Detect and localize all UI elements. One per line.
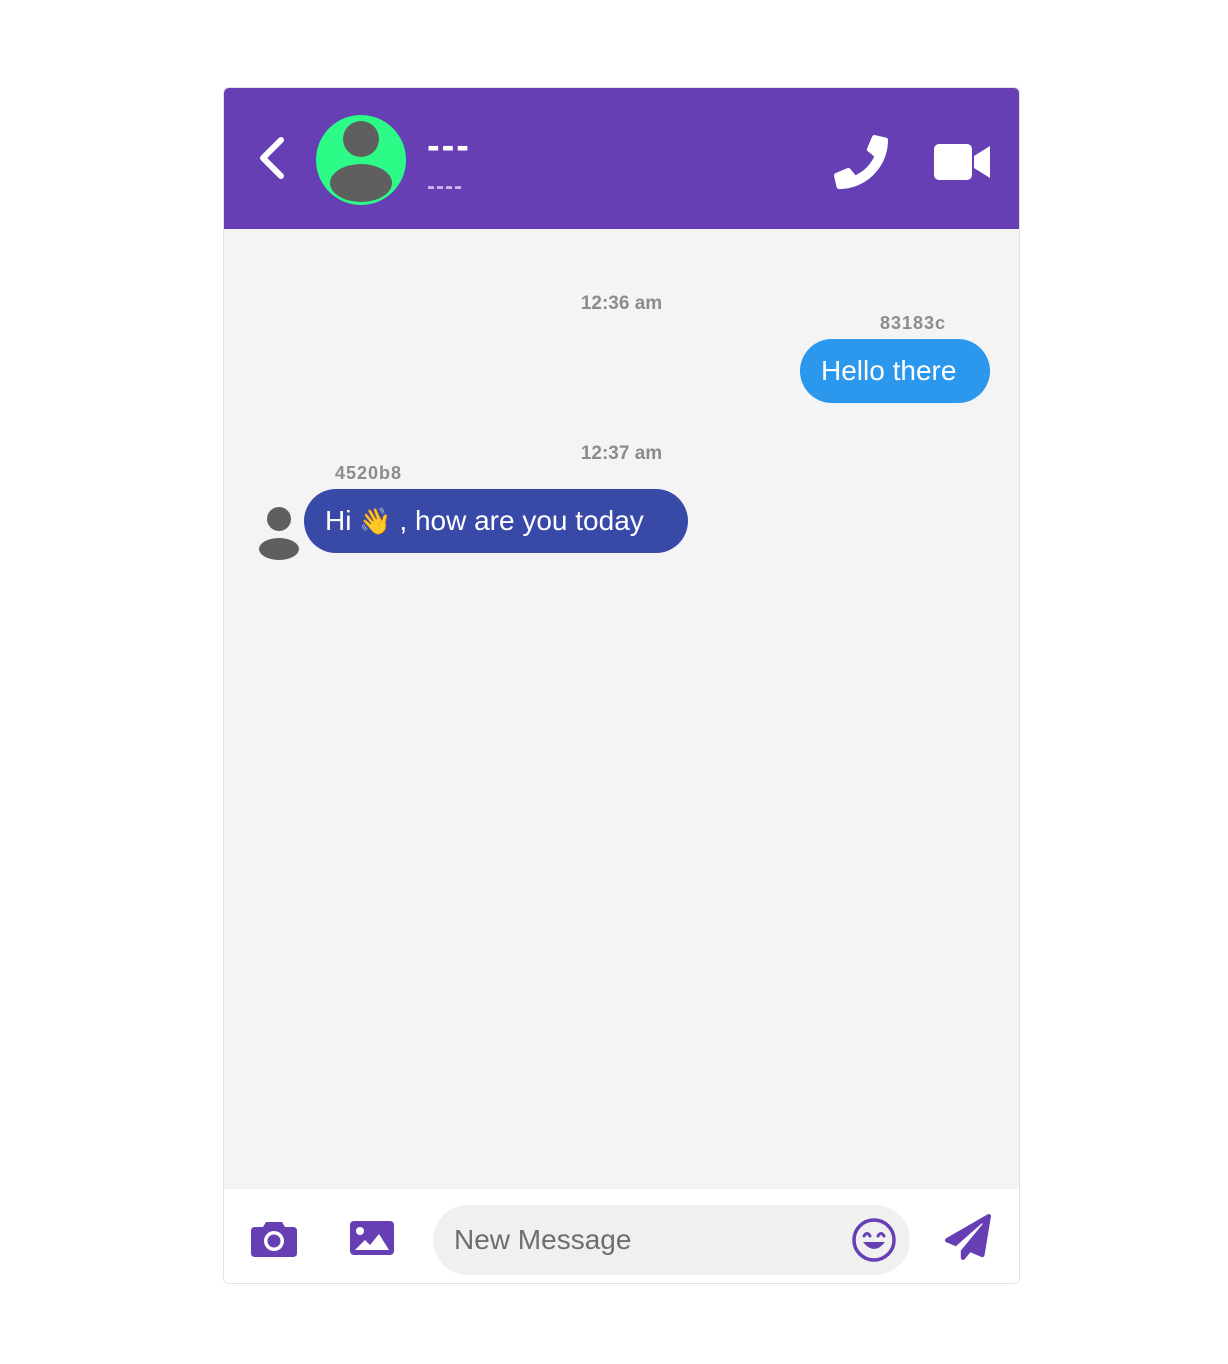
video-camera-icon xyxy=(934,144,990,180)
emoji-button[interactable] xyxy=(849,1215,899,1265)
user-avatar-icon xyxy=(259,507,299,560)
smile-icon xyxy=(852,1218,896,1262)
send-icon xyxy=(945,1214,991,1260)
message-text-end: , how are you today xyxy=(391,505,644,536)
chevron-left-icon xyxy=(260,137,284,179)
contact-status: ---- xyxy=(427,173,463,200)
chat-header: --- ---- xyxy=(224,88,1019,229)
message-text-start: Hi xyxy=(325,505,360,536)
waving-hand-emoji: 👋 xyxy=(359,507,392,537)
back-button[interactable] xyxy=(250,136,294,180)
contact-avatar[interactable] xyxy=(316,115,406,205)
image-icon xyxy=(350,1221,394,1255)
composer-bar xyxy=(224,1189,1019,1283)
message-box xyxy=(433,1205,910,1275)
message-text: Hello there xyxy=(821,355,957,386)
camera-icon xyxy=(251,1222,297,1257)
message-input[interactable] xyxy=(454,1215,834,1265)
contact-name: --- xyxy=(427,125,471,167)
incoming-message-bubble[interactable]: Hi 👋 , how are you today xyxy=(304,489,688,553)
send-button[interactable] xyxy=(940,1211,996,1263)
gallery-button[interactable] xyxy=(344,1214,400,1262)
chat-window: --- ---- 12:36 am 83183c Hello there 12:… xyxy=(223,87,1020,1284)
camera-button[interactable] xyxy=(246,1214,302,1262)
sender-id: 83183c xyxy=(880,313,947,333)
video-call-button[interactable] xyxy=(928,131,998,193)
outgoing-message-bubble[interactable]: Hello there xyxy=(800,339,990,403)
user-avatar-icon xyxy=(330,121,392,202)
message-list: 12:36 am 83183c Hello there 12:37 am 452… xyxy=(224,229,1019,1189)
sender-id: 4520b8 xyxy=(335,463,403,483)
phone-icon xyxy=(834,135,888,189)
call-button[interactable] xyxy=(830,131,892,193)
sender-avatar xyxy=(256,506,302,560)
